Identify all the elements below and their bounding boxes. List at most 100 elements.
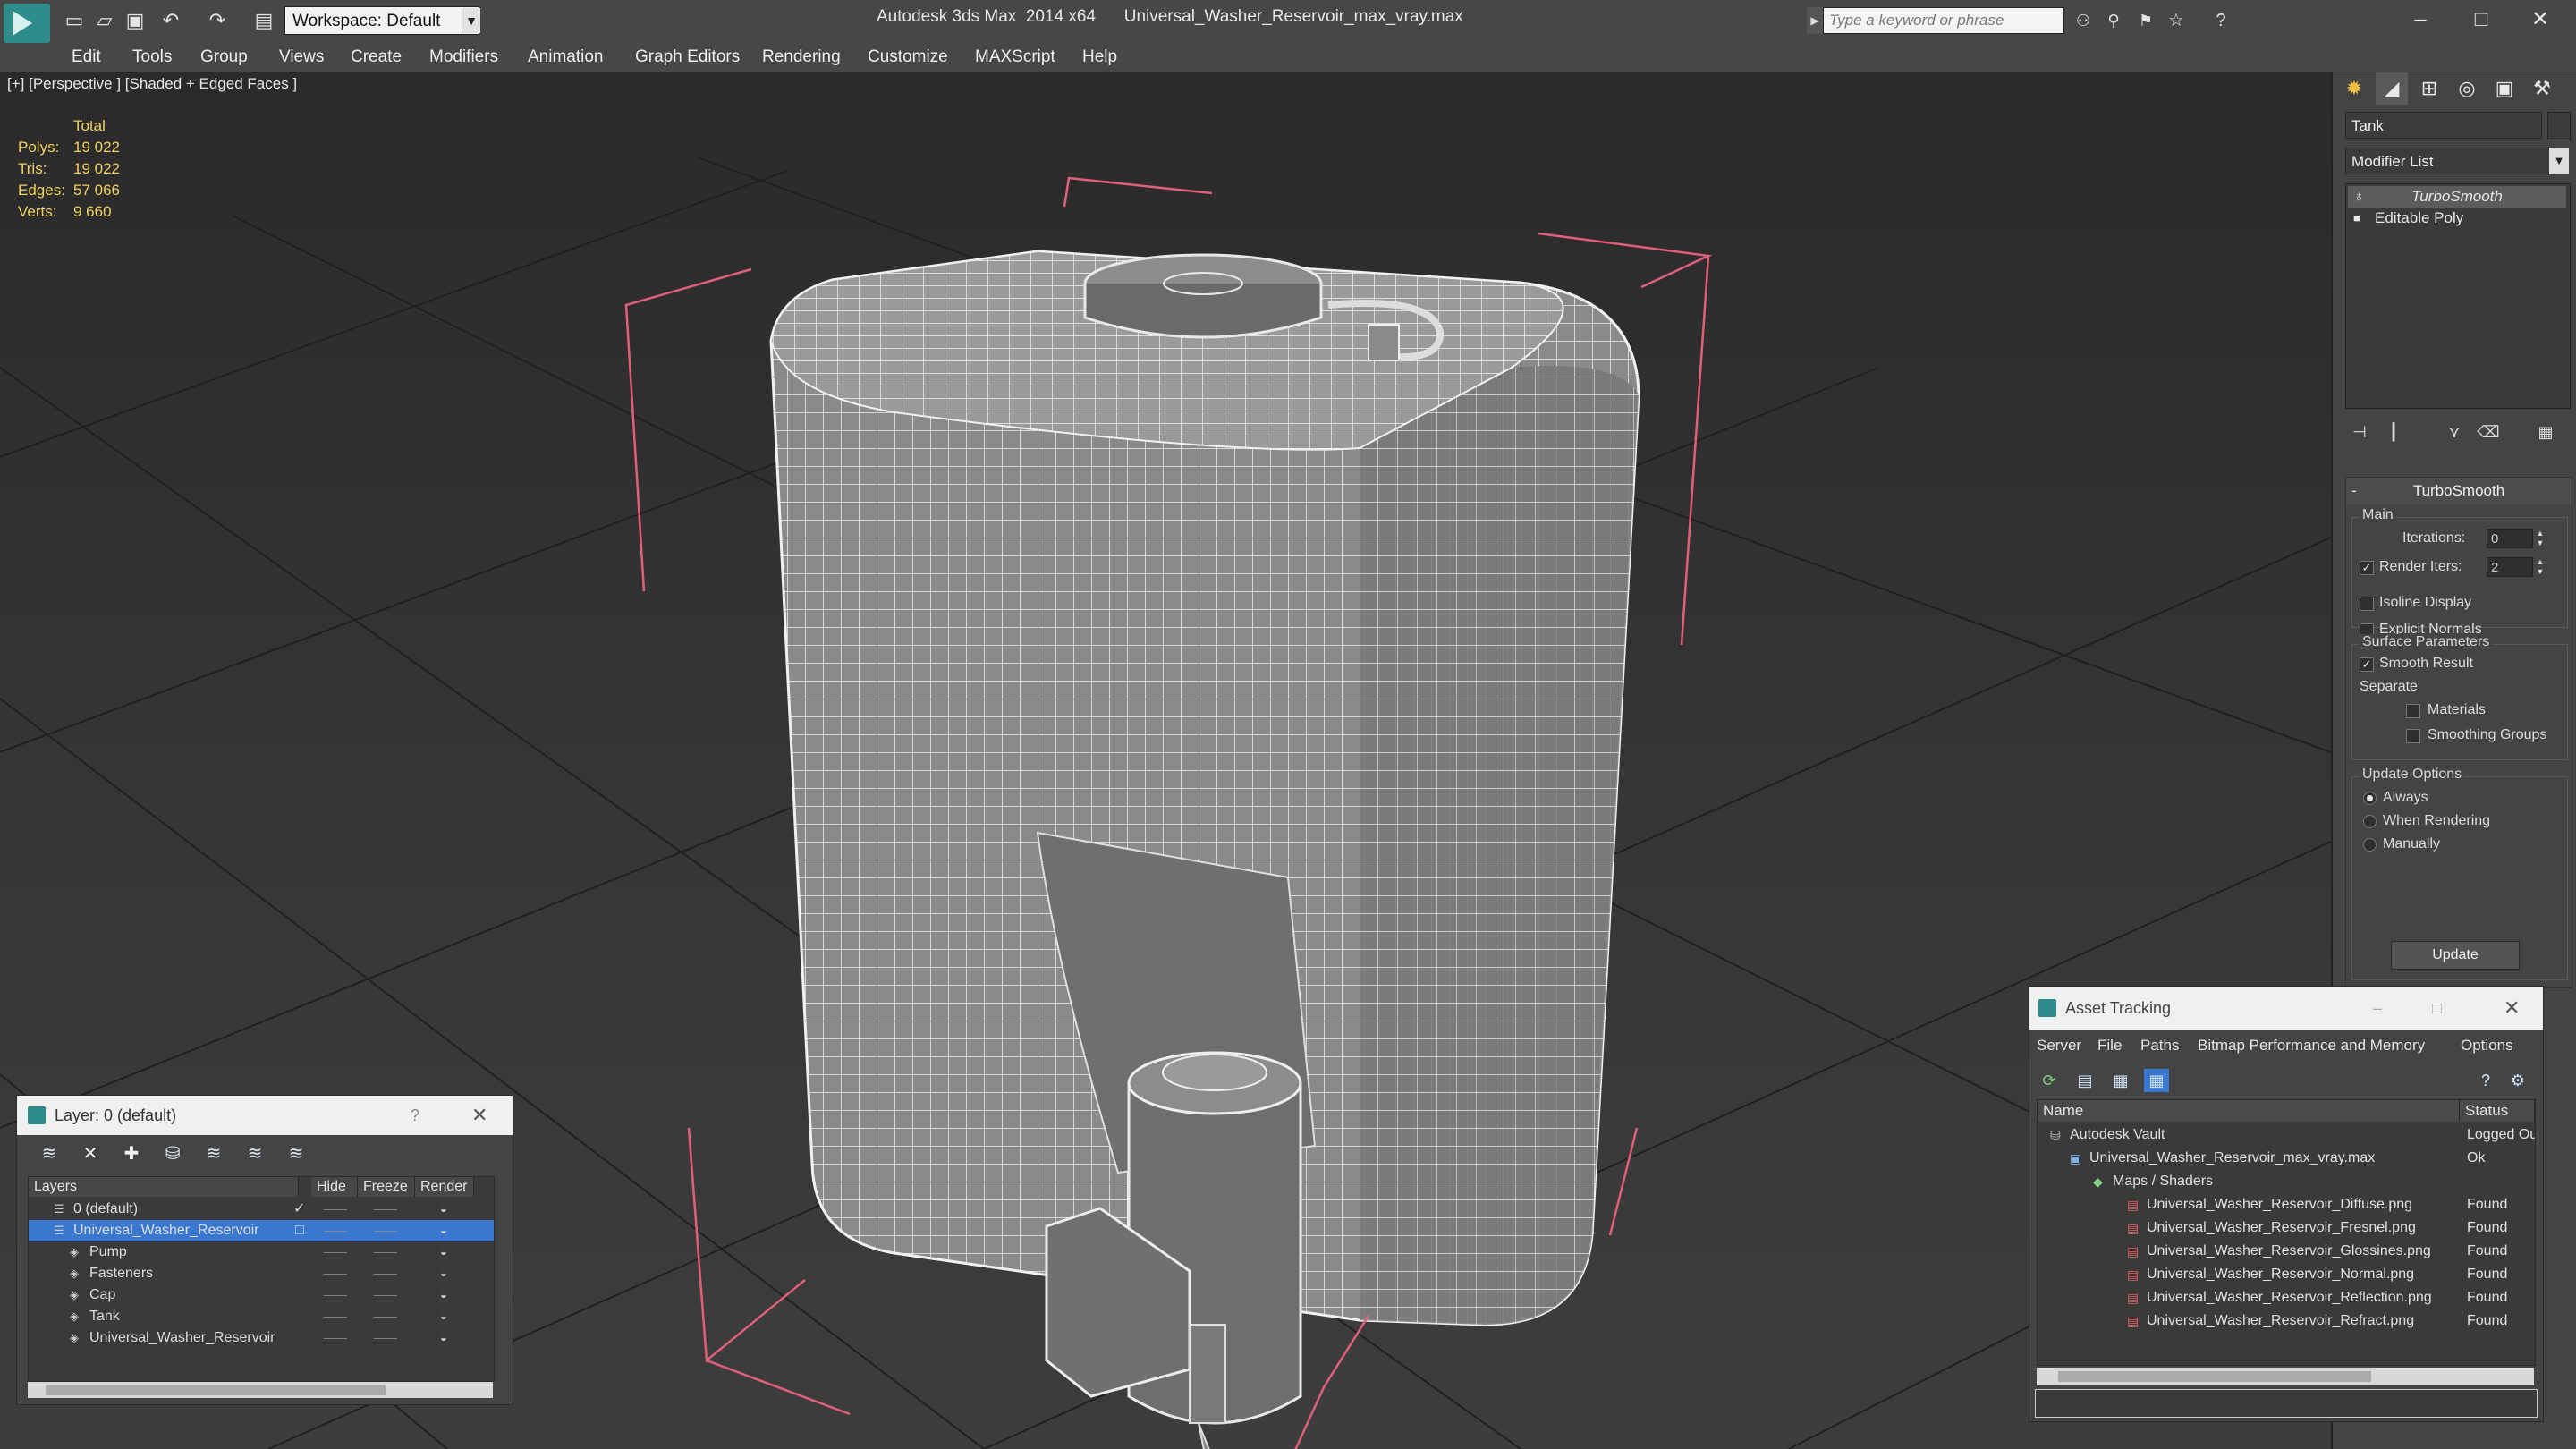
asset-row[interactable]: ▤ Universal_Washer_Reservoir_Fresnel.png F… — [2038, 1216, 2535, 1240]
help-icon[interactable]: ? — [2209, 9, 2233, 32]
hide-toggle[interactable]: —— — [324, 1241, 347, 1263]
layer-row[interactable]: ◈ Pump —— —— ◒ — [29, 1241, 494, 1263]
workspace-select[interactable]: Workspace: Default — [284, 6, 479, 35]
asset-row[interactable]: ▤ Universal_Washer_Reservoir_Glossines.pn… — [2038, 1240, 2535, 1263]
column-header[interactable]: Name — [2038, 1100, 2460, 1122]
render-teapot-icon[interactable]: ◒ — [440, 1327, 447, 1349]
make-current-icon[interactable]: □ — [295, 1220, 304, 1241]
when-rendering-radio[interactable] — [2363, 815, 2377, 828]
freeze-toggle[interactable]: —— — [374, 1327, 397, 1349]
make-unique-icon[interactable]: ⋎ — [2442, 419, 2467, 445]
render-teapot-icon[interactable]: ◒ — [440, 1220, 447, 1241]
horizontal-scrollbar[interactable] — [28, 1382, 493, 1398]
layer-row[interactable]: ◈ Universal_Washer_Reservoir —— —— ◒ — [29, 1327, 494, 1349]
hide-toggle[interactable]: —— — [324, 1263, 347, 1284]
menu-options[interactable]: Options — [2461, 1030, 2513, 1062]
menu-graph-editors[interactable]: Graph Editors — [635, 43, 740, 72]
project-folder-icon[interactable]: ▤ — [252, 9, 275, 32]
highlight-layer-icon[interactable]: ≋ — [201, 1142, 226, 1165]
render-teapot-icon[interactable]: ◒ — [440, 1306, 447, 1327]
scroll-thumb[interactable] — [2058, 1371, 2371, 1382]
chevron-down-icon[interactable]: ▼ — [2549, 148, 2569, 174]
communication-icon[interactable]: ⚑ — [2134, 9, 2157, 32]
stack-item-turbosmooth[interactable]: ♁ TurboSmooth — [2348, 186, 2566, 208]
render-teapot-icon[interactable]: ◒ — [440, 1263, 447, 1284]
layer-dialog-titlebar[interactable]: Layer: 0 (default) ? ✕ — [17, 1096, 513, 1135]
column-header[interactable]: Hide — [311, 1177, 358, 1197]
render-iters-spinner[interactable]: 2 — [2487, 557, 2533, 577]
asset-dialog-titlebar[interactable]: Asset Tracking – □ ✕ — [2029, 987, 2543, 1030]
asset-row[interactable]: ◆ Maps / Shaders — [2038, 1170, 2535, 1193]
object-color-swatch[interactable] — [2547, 112, 2571, 140]
asset-row[interactable]: ▤ Universal_Washer_Reservoir_Diffuse.png F… — [2038, 1193, 2535, 1216]
smooth-result-checkbox[interactable]: ✓ — [2360, 657, 2374, 672]
favorites-icon[interactable]: ☆ — [2165, 9, 2188, 32]
asset-row[interactable]: ▤ Universal_Washer_Reservoir_Reflection.p… — [2038, 1286, 2535, 1309]
menu-file[interactable]: File — [2097, 1030, 2122, 1062]
asset-row[interactable]: ⛁ Autodesk Vault Logged Out — [2038, 1123, 2535, 1147]
redo-icon[interactable]: ↷ — [206, 9, 229, 32]
search-icon[interactable]: ⚲ — [2102, 9, 2125, 32]
menu-paths[interactable]: Paths — [2140, 1030, 2179, 1062]
help-icon[interactable]: ? — [2473, 1069, 2498, 1092]
undo-icon[interactable]: ↶ — [159, 9, 182, 32]
layer-row[interactable]: ◈ Tank —— —— ◒ — [29, 1306, 494, 1327]
menu-group[interactable]: Group — [200, 43, 248, 72]
active-layer-icon[interactable]: ✓ — [293, 1199, 305, 1220]
expand-icon[interactable]: ■ — [2353, 208, 2360, 229]
refresh-icon[interactable]: ⟳ — [2037, 1069, 2062, 1092]
show-end-result-icon[interactable]: ┃ — [2381, 419, 2406, 445]
object-name-field[interactable]: Tank — [2345, 112, 2542, 139]
layer-row[interactable]: ☰ 0 (default) ✓ —— —— ◒ — [29, 1199, 494, 1220]
menu-modifiers[interactable]: Modifiers — [429, 43, 498, 72]
hide-toggle[interactable]: —— — [324, 1284, 347, 1306]
open-file-icon[interactable]: ▱ — [93, 9, 116, 32]
save-icon[interactable]: ▣ — [123, 9, 147, 32]
motion-tab-icon[interactable]: ◎ — [2451, 72, 2483, 105]
freeze-toggle[interactable]: —— — [374, 1284, 397, 1306]
pin-stack-icon[interactable]: ⊣ — [2347, 419, 2372, 445]
menu-bitmap-performance[interactable]: Bitmap Performance and Memory — [2198, 1030, 2425, 1062]
freeze-toggle[interactable]: —— — [374, 1220, 397, 1241]
hierarchy-tab-icon[interactable]: ⊞ — [2413, 72, 2445, 105]
menu-help[interactable]: Help — [1082, 43, 1117, 72]
spinner-arrows-icon[interactable]: ▲ ▼ — [2535, 557, 2546, 577]
menu-edit[interactable]: Edit — [72, 43, 101, 72]
column-header[interactable]: Status — [2460, 1100, 2535, 1122]
menu-customize[interactable]: Customize — [868, 43, 948, 72]
select-objects-icon[interactable]: ⛁ — [160, 1142, 185, 1165]
remove-modifier-icon[interactable]: ⌫ — [2476, 419, 2501, 445]
thumbnail-view-icon[interactable]: ▦ — [2108, 1069, 2133, 1092]
freeze-toggle[interactable]: —— — [374, 1199, 397, 1220]
search-input[interactable]: Type a keyword or phrase — [1823, 7, 2064, 34]
minimize-icon[interactable]: – — [2373, 987, 2382, 1030]
freeze-toggle[interactable]: —— — [374, 1306, 397, 1327]
hide-toggle[interactable]: —— — [324, 1220, 347, 1241]
modify-tab-icon[interactable]: ◢ — [2376, 72, 2408, 105]
stack-item-editable-poly[interactable]: ■ Editable Poly — [2348, 208, 2566, 229]
utilities-tab-icon[interactable]: ⚒ — [2526, 72, 2558, 105]
delete-layer-icon[interactable]: ✕ — [78, 1142, 103, 1165]
freeze-all-icon[interactable]: ≋ — [284, 1142, 309, 1165]
hide-all-icon[interactable]: ≋ — [242, 1142, 267, 1165]
configure-sets-icon[interactable]: ▦ — [2533, 419, 2558, 445]
menu-rendering[interactable]: Rendering — [762, 43, 841, 72]
column-header[interactable]: Layers — [29, 1177, 299, 1197]
column-header[interactable]: Render — [415, 1177, 474, 1197]
maximize-icon[interactable]: □ — [2432, 987, 2442, 1030]
search-expand-icon[interactable]: ▶ — [1807, 7, 1823, 34]
close-icon[interactable]: ✕ — [2504, 987, 2520, 1030]
materials-checkbox[interactable] — [2406, 704, 2420, 718]
display-tab-icon[interactable]: ▣ — [2488, 72, 2521, 105]
new-layer-icon[interactable]: ≋ — [37, 1142, 62, 1165]
render-teapot-icon[interactable]: ◒ — [440, 1199, 447, 1220]
render-iters-checkbox[interactable]: ✓ — [2360, 561, 2374, 575]
app-menu-button[interactable] — [4, 4, 50, 43]
asset-status-field[interactable] — [2035, 1389, 2538, 1418]
hide-toggle[interactable]: —— — [324, 1306, 347, 1327]
isoline-checkbox[interactable] — [2360, 597, 2374, 611]
scroll-thumb[interactable] — [46, 1385, 386, 1395]
render-teapot-icon[interactable]: ◒ — [440, 1241, 447, 1263]
rollout-header[interactable]: - TurboSmooth — [2346, 478, 2572, 504]
asset-row[interactable]: ▤ Universal_Washer_Reservoir_Normal.png Fo… — [2038, 1263, 2535, 1286]
